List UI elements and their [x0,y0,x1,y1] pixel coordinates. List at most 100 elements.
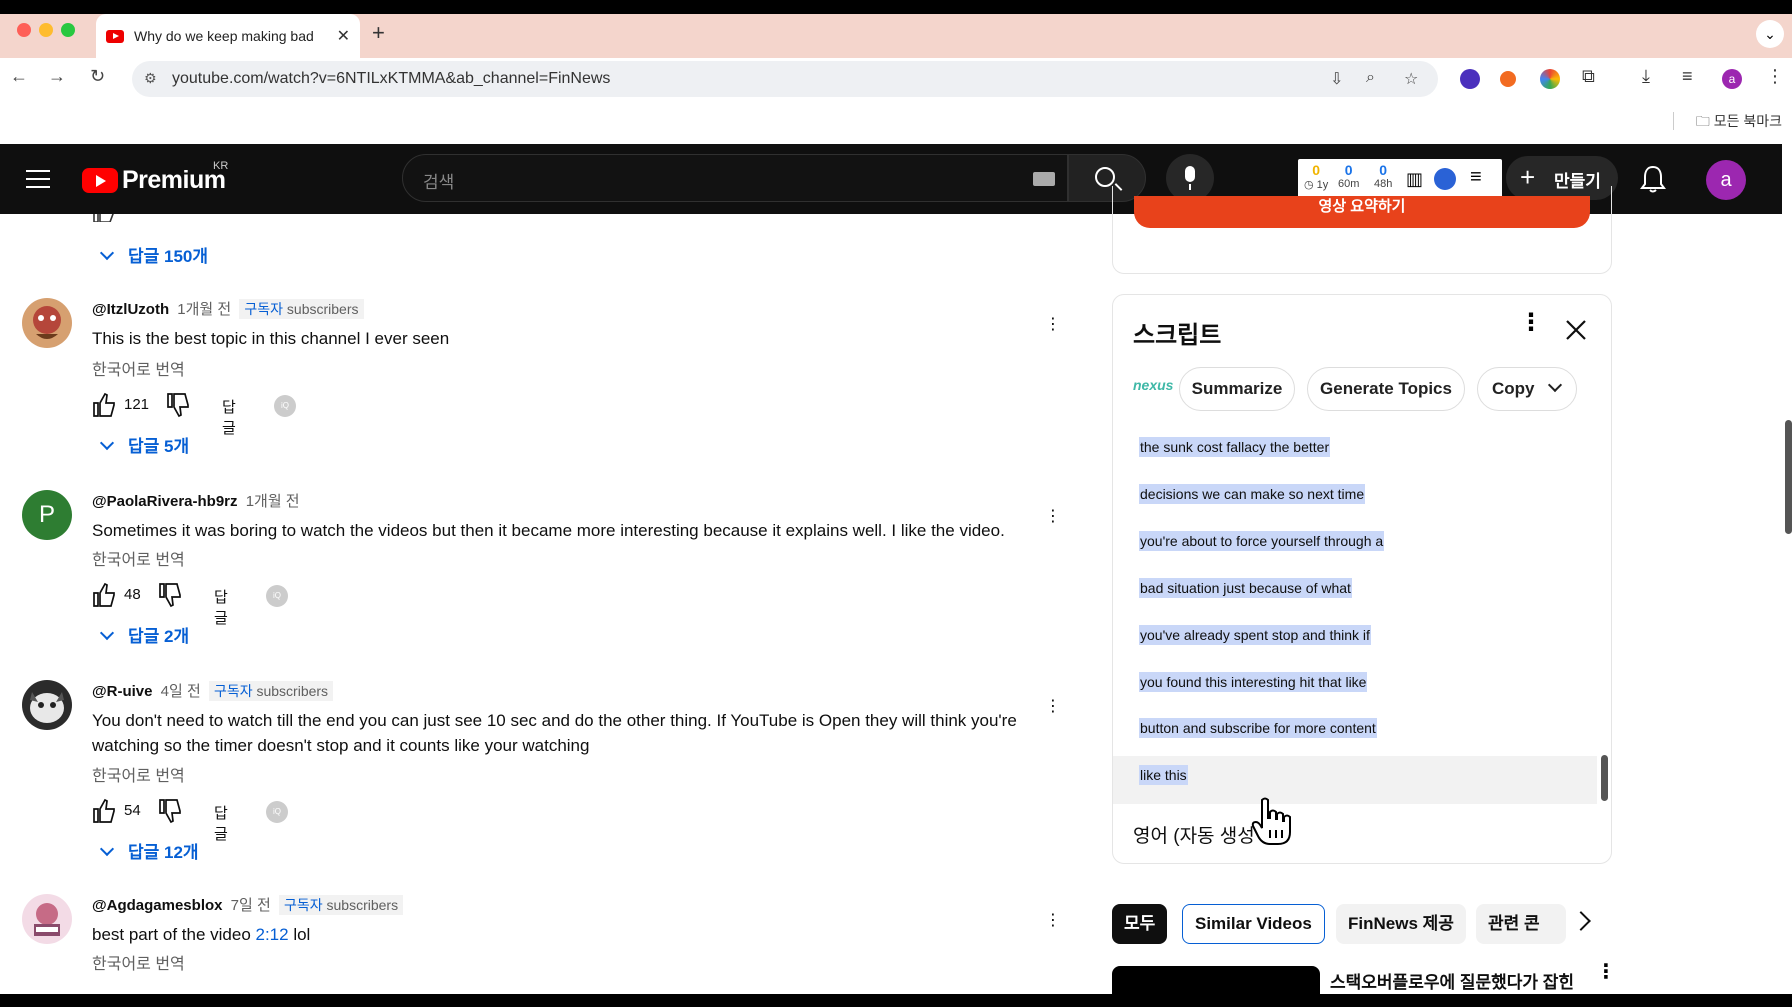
generate-topics-button[interactable]: Generate Topics [1307,367,1465,411]
reply-button[interactable]: 답글 [214,802,228,844]
dislike-icon[interactable] [158,582,182,608]
bookmarks-bar: 🗀 모든 북마크 [0,100,1792,144]
comment-time[interactable]: 1개월 전 [246,493,300,510]
avatar[interactable] [22,298,72,348]
comment-menu-icon[interactable]: ⋮ [1045,910,1065,930]
search-input[interactable]: 검색 [402,154,1068,202]
avatar[interactable] [22,894,72,944]
avatar[interactable]: P [22,490,72,540]
comment-author[interactable]: @R-uive [92,683,152,700]
browser-tab-strip: Why do we keep making bad ✕ + ⌄ [0,0,1792,58]
search-icon [1095,167,1115,187]
transcript-scrollbar[interactable] [1601,755,1608,801]
transcript-segment[interactable]: decisions we can make so next time [1139,484,1366,504]
reply-button[interactable]: 답글 [214,586,228,628]
account-avatar[interactable]: a [1706,160,1746,200]
summarize-button[interactable]: Summarize [1179,367,1295,411]
close-window-button[interactable] [17,23,31,37]
back-icon[interactable]: ← [10,66,28,87]
dislike-icon[interactable] [158,798,182,824]
translate-link[interactable]: 한국어로 번역 [92,546,185,570]
chip-related[interactable]: 관련 콘 [1476,904,1566,944]
comment-time[interactable]: 4일 전 [161,683,201,700]
transcript-segment[interactable]: bad situation just because of what [1139,578,1352,598]
extension-s-icon[interactable] [1460,69,1480,89]
install-app-icon[interactable]: ⇩ [1330,69,1343,89]
translate-link[interactable]: 한국어로 번역 [92,950,185,974]
dislike-icon[interactable] [166,392,190,418]
chip-similar-videos[interactable]: Similar Videos [1182,904,1325,944]
vidiq-badge-icon[interactable]: iQ [266,801,288,823]
zoom-icon[interactable]: ⌕ [1366,69,1375,87]
summarize-video-button[interactable]: 영상 요약하기 [1134,196,1590,228]
page-scrollbar[interactable] [1785,420,1792,534]
address-bar[interactable]: ⚙ youtube.com/watch?v=6NTILxKTMMA&ab_cha… [132,61,1438,97]
download-icon[interactable]: ⤓ [1642,66,1650,87]
transcript-segment[interactable]: you've already spent stop and think if [1139,625,1371,645]
zoom-window-button[interactable] [61,23,75,37]
transcript-segment[interactable]: you found this interesting hit that like [1139,672,1368,692]
keyboard-icon[interactable] [1033,172,1055,186]
video-title[interactable]: 스택오버플로우에 질문했다가 잡힌 [1330,968,1574,993]
bookmark-star-icon[interactable]: ☆ [1404,69,1418,89]
view-replies-button[interactable]: 답글 5개 [96,432,189,457]
transcript-segment[interactable]: the sunk cost fallacy the better [1139,437,1331,457]
vidiq-badge-icon[interactable]: iQ [266,585,288,607]
comment-time[interactable]: 1개월 전 [177,301,231,318]
tab-search-icon[interactable]: ⌄ [1756,20,1784,48]
copy-button[interactable]: Copy [1477,367,1577,411]
timestamp-link[interactable]: 2:12 [256,925,289,944]
vidiq-badge-icon[interactable]: iQ [274,395,296,417]
view-replies-button[interactable]: 답글 12개 [96,838,199,863]
chip-finnews[interactable]: FinNews 제공 [1336,904,1466,944]
comment-menu-icon[interactable]: ⋮ [1045,696,1065,716]
notifications-bell-icon[interactable] [1640,164,1666,194]
chevron-right-icon[interactable] [1571,911,1591,931]
profile-avatar-icon[interactable]: a [1722,69,1742,89]
like-icon[interactable] [92,582,116,608]
transcript-segment[interactable]: you're about to force yourself through a [1139,531,1385,551]
transcript-panel: 스크립트 ⋮ nexus Summarize Generate Topics C… [1112,294,1612,864]
extension-orange-icon[interactable] [1500,71,1516,87]
media-control-icon[interactable]: ≡ [1682,66,1693,87]
browser-toolbar: ← → ↻ ⚙ youtube.com/watch?v=6NTILxKTMMA&… [0,58,1792,100]
avatar[interactable] [22,680,72,730]
transcript-segment[interactable]: like this [1139,765,1188,785]
comment-author[interactable]: @PaolaRivera-hb9rz [92,493,238,510]
comment-menu-icon[interactable]: ⋮ [1045,506,1065,526]
translate-link[interactable]: 한국어로 번역 [92,356,185,380]
minimize-window-button[interactable] [39,23,53,37]
comment-author[interactable]: @Agdagamesblox [92,897,223,914]
comment-menu-icon[interactable]: ⋮ [1045,314,1065,334]
related-filter-chips: 모두 Similar Videos FinNews 제공 관련 콘 [1112,904,1612,944]
forward-icon[interactable]: → [48,66,66,87]
view-replies-button[interactable]: 답글 150개 [96,242,208,267]
all-bookmarks-folder[interactable]: 🗀 모든 북마크 [1696,111,1782,135]
comment-author[interactable]: @ItzlUzoth [92,301,169,318]
youtube-premium-logo[interactable]: Premium KR [82,160,228,195]
extension-color-icon[interactable] [1540,69,1560,89]
transcript-language-selector[interactable]: 영어 (자동 생성 [1133,821,1255,848]
recommended-video[interactable]: 스택오버플로우에 질문했다가 잡힌 ⋮ [1112,962,1616,996]
menu-icon[interactable] [26,170,50,194]
url-text[interactable]: youtube.com/watch?v=6NTILxKTMMA&ab_chann… [172,70,610,88]
translate-link[interactable]: 한국어로 번역 [92,762,185,786]
close-icon[interactable] [1563,317,1589,343]
browser-tab-active[interactable]: Why do we keep making bad ✕ [96,14,360,58]
close-tab-icon[interactable]: ✕ [337,26,350,46]
transcript-segment[interactable]: button and subscribe for more content [1139,718,1377,738]
reply-button[interactable]: 답글 [222,396,236,438]
extensions-puzzle-icon[interactable]: ⧉ [1582,66,1595,87]
like-icon[interactable] [92,392,116,418]
chip-all[interactable]: 모두 [1112,904,1168,944]
like-icon[interactable] [92,798,116,824]
video-menu-icon[interactable]: ⋮ [1596,962,1616,982]
reload-icon[interactable]: ↻ [90,66,105,87]
new-tab-icon[interactable]: + [372,20,385,46]
browser-menu-icon[interactable]: ⋮ [1766,66,1784,87]
video-thumbnail[interactable] [1112,966,1320,996]
transcript-menu-icon[interactable]: ⋮ [1519,311,1543,335]
site-info-icon[interactable]: ⚙ [144,70,157,87]
view-replies-button[interactable]: 답글 2개 [96,622,189,647]
comment-time[interactable]: 7일 전 [231,897,271,914]
